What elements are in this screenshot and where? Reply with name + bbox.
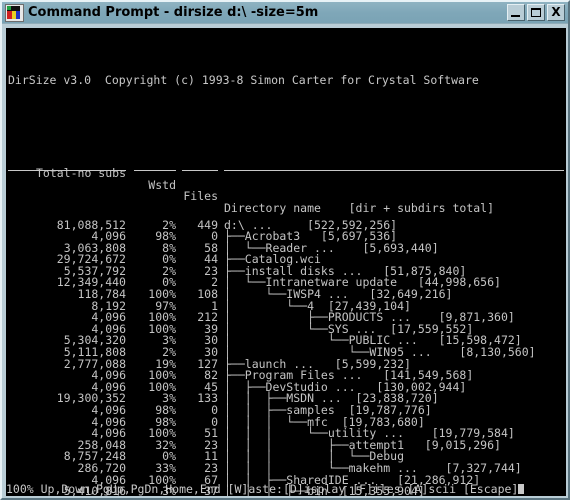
- column-headers: Total-no subs Wstd Files Directory name …: [6, 133, 566, 214]
- window-controls: X: [507, 4, 566, 21]
- text-cursor: [518, 484, 525, 495]
- header-files: Files: [183, 189, 218, 204]
- command-prompt-window: Command Prompt - dirsize d:\ -size=5m X …: [0, 0, 570, 500]
- status-bar[interactable]: 100% Up,Down,PgUp,PgDn,Home,End [W]aste:…: [6, 484, 566, 496]
- directory-table[interactable]: 81,088,512 2% 449 d:\ ... [522,592,256] 4,09…: [6, 219, 566, 496]
- window-title: Command Prompt - dirsize d:\ -size=5m: [28, 4, 319, 20]
- header-wstd: Wstd: [148, 177, 176, 192]
- app-banner: DirSize v3.0 Copyright (c) 1993-8 Simon …: [8, 73, 479, 88]
- header-rule: [6, 168, 566, 173]
- title-bar[interactable]: Command Prompt - dirsize d:\ -size=5m X: [2, 2, 568, 24]
- status-bar-text: 100% Up,Down,PgUp,PgDn,Home,End [W]aste:…: [6, 482, 519, 496]
- ms-dos-prompt-icon: [5, 3, 24, 22]
- close-button[interactable]: X: [547, 4, 565, 21]
- minimize-button[interactable]: [507, 4, 525, 21]
- maximize-button[interactable]: [527, 4, 545, 21]
- header-directory-name: Directory name [dir + subdirs total]: [224, 200, 495, 215]
- console-screen[interactable]: DirSize v3.0 Copyright (c) 1993-8 Simon …: [6, 28, 566, 496]
